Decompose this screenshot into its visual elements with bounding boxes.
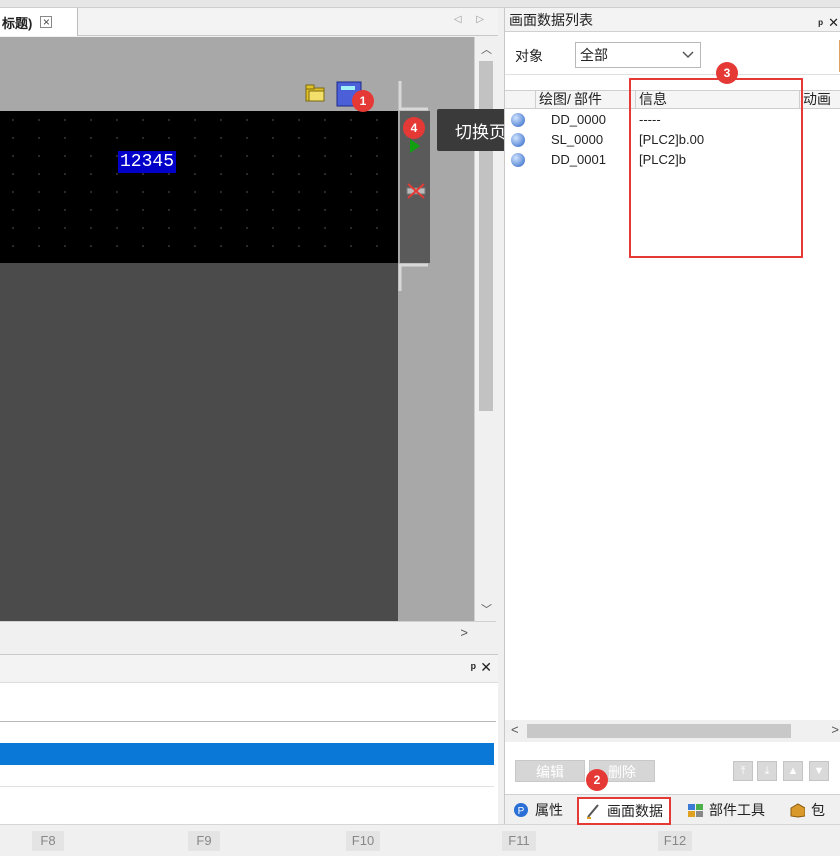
filter-label: 对象 — [515, 48, 543, 64]
table-horizontal-scrollbar[interactable]: < > — [505, 720, 840, 742]
row-part: SL_0000 — [551, 132, 604, 147]
table-row[interactable] — [0, 765, 494, 787]
f8-key[interactable]: F8 — [32, 831, 64, 851]
filter-select-value: 全部 — [580, 47, 608, 63]
horizontal-scroll-thumb[interactable] — [527, 724, 791, 738]
draw-object-icon — [511, 133, 525, 147]
move-bottom-icon[interactable]: ⤓ — [757, 761, 777, 781]
pin-icon[interactable]: ᵖ — [818, 12, 823, 36]
function-key-bar: F8 F9 F10 F11 F12 — [0, 824, 840, 856]
parts-tool-icon — [688, 804, 703, 817]
annotation-badge-3: 3 — [716, 62, 738, 84]
panel-title: 画面数据列表 ᵖ ✕ — [505, 8, 840, 32]
annotation-badge-2: 2 — [586, 769, 608, 791]
column-header-part[interactable]: 部件 — [571, 91, 635, 109]
hide-header-icon[interactable] — [406, 183, 426, 199]
panel-title-text: 画面数据列表 — [509, 12, 593, 28]
editor-tab[interactable]: 标题) × — [0, 8, 78, 36]
play-arrow-icon[interactable] — [408, 137, 422, 155]
numeric-display-dd-0000[interactable]: 12345 — [118, 151, 177, 173]
scroll-right-icon[interactable]: > — [460, 625, 468, 640]
tab-label: 部件工具 — [709, 802, 765, 818]
column-header-icon — [505, 91, 535, 109]
editor-horizontal-scrollbar[interactable]: > — [0, 621, 496, 645]
screen-data-list-panel: 画面数据列表 ᵖ ✕ 对象 全部 绘图/ 部件 信息 动画 DD_0000 --… — [504, 8, 840, 825]
screen-data-table: 绘图/ 部件 信息 动画 DD_0000 ----- SL_0000 [PLC2… — [505, 78, 840, 730]
annotation-badge-4: 4 — [403, 117, 425, 139]
top-corner-marker-icon — [398, 81, 428, 111]
scroll-left-icon[interactable]: < — [511, 722, 519, 737]
pin-icon[interactable]: ᵖ — [471, 660, 476, 675]
column-header-animation[interactable]: 动画 — [799, 91, 840, 109]
scroll-down-icon[interactable]: ﹀ — [481, 601, 492, 617]
tab-properties[interactable]: P 属性 — [513, 799, 563, 821]
move-top-icon[interactable]: ⤒ — [733, 761, 753, 781]
draw-object-icon — [511, 153, 525, 167]
close-icon[interactable]: ✕ — [828, 11, 839, 35]
f10-key[interactable]: F10 — [346, 831, 380, 851]
bottom-corner-marker-icon — [398, 263, 428, 291]
table-row-selected[interactable] — [0, 743, 494, 765]
f12-key[interactable]: F12 — [658, 831, 692, 851]
edit-button[interactable]: 编辑 — [515, 760, 585, 782]
output-panel: ᵖ ✕ — [0, 654, 498, 824]
svg-text:P: P — [518, 806, 525, 817]
move-down-icon[interactable]: ▼ — [809, 761, 829, 781]
tab-nav-arrows-icon[interactable]: ◁ ▷ — [454, 14, 490, 25]
tab-package[interactable]: 包 — [789, 799, 825, 821]
package-icon — [790, 803, 805, 818]
close-icon[interactable]: ✕ — [480, 659, 492, 676]
panel-tabs: P 属性 画面数据 部件工具 包 — [505, 794, 840, 825]
tab-label: 包 — [811, 802, 825, 818]
f11-key[interactable]: F11 — [502, 831, 536, 851]
row-part: DD_0001 — [551, 152, 606, 167]
properties-icon: P — [514, 803, 528, 817]
output-panel-header: ᵖ ✕ — [0, 655, 498, 683]
divider — [505, 74, 840, 75]
tab-label: 属性 — [535, 802, 563, 818]
f9-key[interactable]: F9 — [188, 831, 220, 851]
screen-body-area[interactable] — [0, 263, 398, 621]
info-column-highlight — [629, 78, 803, 258]
tab-screen-data[interactable]: 画面数据 — [577, 797, 671, 825]
chevron-down-icon — [682, 51, 694, 59]
tab-parts-tool[interactable]: 部件工具 — [687, 799, 765, 821]
folder-icon[interactable] — [304, 83, 326, 103]
editor-tab-bar: 标题) × ◁ ▷ — [0, 8, 498, 36]
scroll-up-icon[interactable]: ︿ — [481, 41, 492, 57]
output-list-header — [0, 721, 496, 743]
tab-close-icon[interactable]: × — [40, 16, 53, 28]
row-part: DD_0000 — [551, 112, 606, 127]
draw-object-icon — [511, 113, 525, 127]
annotation-badge-1: 1 — [352, 90, 374, 112]
filter-select[interactable]: 全部 — [575, 42, 701, 68]
pencil-icon — [587, 804, 599, 819]
move-up-icon[interactable]: ▲ — [783, 761, 803, 781]
column-header-draw[interactable]: 绘图/ — [535, 91, 571, 109]
top-strip — [0, 0, 840, 8]
editor-tab-title: 标题) — [2, 15, 33, 31]
scroll-right-icon[interactable]: > — [831, 722, 839, 737]
tab-label: 画面数据 — [607, 803, 663, 819]
screen-header-area[interactable]: 12345 — [0, 111, 398, 263]
